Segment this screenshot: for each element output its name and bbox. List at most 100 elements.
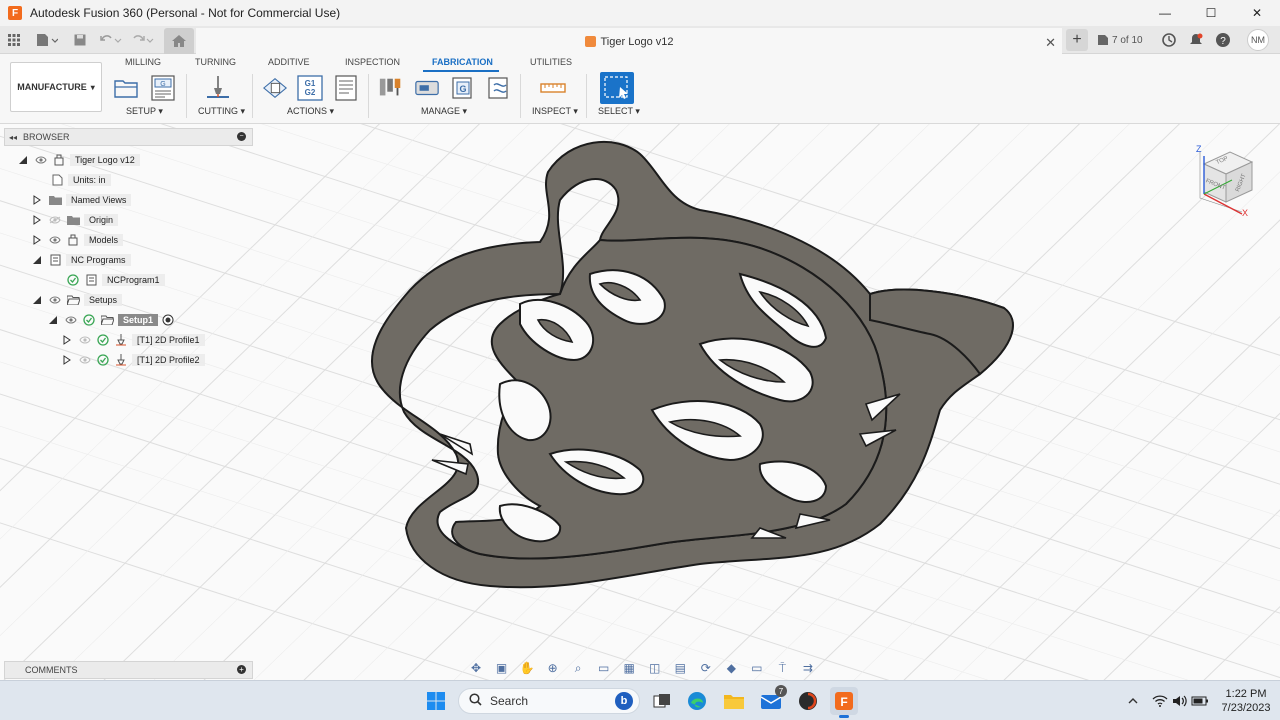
taskbar-search-box[interactable]: Search b: [458, 688, 640, 714]
collapse-triangle-icon[interactable]: [30, 293, 44, 307]
tree-item-2d-profile1[interactable]: [T1] 2D Profile1: [60, 332, 205, 348]
select-button[interactable]: [600, 72, 634, 104]
actions-group-label[interactable]: ACTIONS ▾: [287, 106, 334, 117]
workspace-switcher[interactable]: MANUFACTURE ▾: [10, 62, 102, 112]
template-library-button[interactable]: [486, 74, 512, 102]
fit-zoom-icon[interactable]: ⌕: [568, 660, 588, 676]
collapse-panel-icon[interactable]: ◂◂: [9, 133, 17, 142]
shading-icon[interactable]: ◆: [721, 660, 741, 676]
new-tab-button[interactable]: +: [1066, 29, 1088, 51]
tree-item-nc-programs[interactable]: NC Programs: [30, 252, 131, 268]
add-comment-icon[interactable]: +: [237, 665, 246, 674]
expand-triangle-icon[interactable]: [30, 213, 44, 227]
eye-icon[interactable]: [48, 233, 62, 247]
tool-library-button[interactable]: [378, 74, 404, 102]
machine-library-button[interactable]: [414, 74, 440, 102]
tree-item-setup1[interactable]: Setup1: [46, 312, 179, 328]
tab-turning[interactable]: TURNING: [195, 57, 236, 67]
look-at-icon[interactable]: ▣: [492, 660, 512, 676]
canvas-viewport[interactable]: TOP FRONT RIGHT Z X: [0, 124, 1280, 680]
close-window-button[interactable]: ✕: [1234, 0, 1280, 26]
simulate-button[interactable]: [262, 74, 288, 102]
battery-icon[interactable]: [1190, 687, 1210, 715]
view-mode-icon[interactable]: ▭: [747, 660, 767, 676]
eye-hidden-icon[interactable]: [78, 333, 92, 347]
setup-group-label[interactable]: SETUP ▾: [126, 106, 163, 117]
post-library-button[interactable]: G: [450, 74, 476, 102]
apps-grid-icon[interactable]: [6, 30, 22, 50]
notifications-icon[interactable]: [1189, 30, 1203, 50]
tree-item-units[interactable]: Units: in: [50, 172, 111, 188]
expand-triangle-icon[interactable]: [60, 353, 74, 367]
document-tab[interactable]: Tiger Logo v12 ✕: [196, 28, 1062, 55]
tab-additive[interactable]: ADDITIVE: [268, 57, 310, 67]
cutting-group-label[interactable]: CUTTING ▾: [198, 106, 245, 117]
tree-item-document[interactable]: Tiger Logo v12: [16, 152, 140, 168]
task-view-icon[interactable]: [648, 687, 676, 715]
edge-browser-icon[interactable]: [683, 687, 711, 715]
tree-item-named-views[interactable]: Named Views: [30, 192, 132, 208]
wifi-icon[interactable]: [1150, 687, 1170, 715]
tree-item-setups[interactable]: Setups: [30, 292, 123, 308]
viewports-icon[interactable]: ◫: [645, 660, 665, 676]
comments-panel[interactable]: COMMENTS +: [4, 661, 253, 679]
minimize-button[interactable]: —: [1142, 0, 1188, 26]
tree-item-models[interactable]: Models: [30, 232, 124, 248]
setup-sheet-button[interactable]: [333, 74, 359, 102]
windows-start-icon[interactable]: [422, 687, 450, 715]
collapse-triangle-icon[interactable]: [30, 253, 44, 267]
expand-triangle-icon[interactable]: [60, 333, 74, 347]
expand-triangle-icon[interactable]: [30, 193, 44, 207]
bing-icon[interactable]: b: [615, 692, 633, 710]
tree-item-2d-profile2[interactable]: [T1] 2D Profile2: [60, 352, 205, 368]
browser-panel-header[interactable]: ◂◂ BROWSER −: [4, 128, 253, 146]
tiger-logo-model[interactable]: [0, 124, 1280, 680]
measure-button[interactable]: [540, 74, 566, 102]
help-icon[interactable]: ?: [1216, 30, 1230, 50]
pan-hand-icon[interactable]: ✋: [517, 660, 537, 676]
system-clock[interactable]: 1:22 PM 7/23/2023: [1218, 687, 1274, 715]
viewcube[interactable]: TOP FRONT RIGHT Z X: [1192, 142, 1264, 222]
display-settings-icon[interactable]: ▭: [594, 660, 614, 676]
tab-fabrication[interactable]: FABRICATION: [432, 57, 493, 67]
stock-display-icon[interactable]: ▤: [670, 660, 690, 676]
redo-icon[interactable]: [130, 30, 156, 50]
version-indicator[interactable]: 7 of 10: [1097, 30, 1143, 50]
orbit-move-icon[interactable]: ✥: [466, 660, 486, 676]
eye-hidden-icon[interactable]: [48, 213, 62, 227]
file-menu-icon[interactable]: [34, 30, 60, 50]
post-process-button[interactable]: G1 G2: [297, 74, 323, 102]
user-avatar[interactable]: NM: [1247, 29, 1269, 51]
show-hidden-icons-chevron[interactable]: [1124, 687, 1142, 715]
eye-hidden-icon[interactable]: [78, 353, 92, 367]
collapse-triangle-icon[interactable]: [46, 313, 60, 327]
expand-triangle-icon[interactable]: [30, 233, 44, 247]
rotate-view-icon[interactable]: ⟳: [696, 660, 716, 676]
tree-item-ncprogram1[interactable]: NCProgram1: [66, 272, 165, 288]
inspect-group-label[interactable]: INSPECT ▾: [532, 106, 578, 117]
collapse-triangle-icon[interactable]: [16, 153, 30, 167]
close-tab-icon[interactable]: ✕: [1045, 35, 1056, 51]
tab-utilities[interactable]: UTILITIES: [530, 57, 572, 67]
home-button[interactable]: [164, 28, 194, 54]
tool-display-icon[interactable]: ⍑: [772, 660, 792, 676]
setup-folder-button[interactable]: [114, 74, 140, 102]
grid-settings-icon[interactable]: ▦: [619, 660, 639, 676]
select-group-label[interactable]: SELECT ▾: [598, 106, 640, 117]
toolpath-display-icon[interactable]: ⇉: [798, 660, 818, 676]
2d-profile-button[interactable]: [205, 74, 231, 102]
activate-radio-icon[interactable]: [161, 313, 175, 327]
zoom-icon[interactable]: ⊕: [543, 660, 563, 676]
eye-icon[interactable]: [64, 313, 78, 327]
file-explorer-icon[interactable]: [720, 687, 748, 715]
manage-group-label[interactable]: MANAGE ▾: [421, 106, 467, 117]
maximize-button[interactable]: ☐: [1188, 0, 1234, 26]
job-status-icon[interactable]: [1162, 30, 1176, 50]
tab-milling[interactable]: MILLING: [125, 57, 161, 67]
tree-item-origin[interactable]: Origin: [30, 212, 119, 228]
eye-icon[interactable]: [48, 293, 62, 307]
mail-icon[interactable]: 7: [757, 685, 787, 715]
fusion-taskbar-icon[interactable]: F: [830, 687, 858, 718]
new-setup-button[interactable]: G: [150, 74, 176, 102]
save-icon[interactable]: [72, 30, 88, 50]
